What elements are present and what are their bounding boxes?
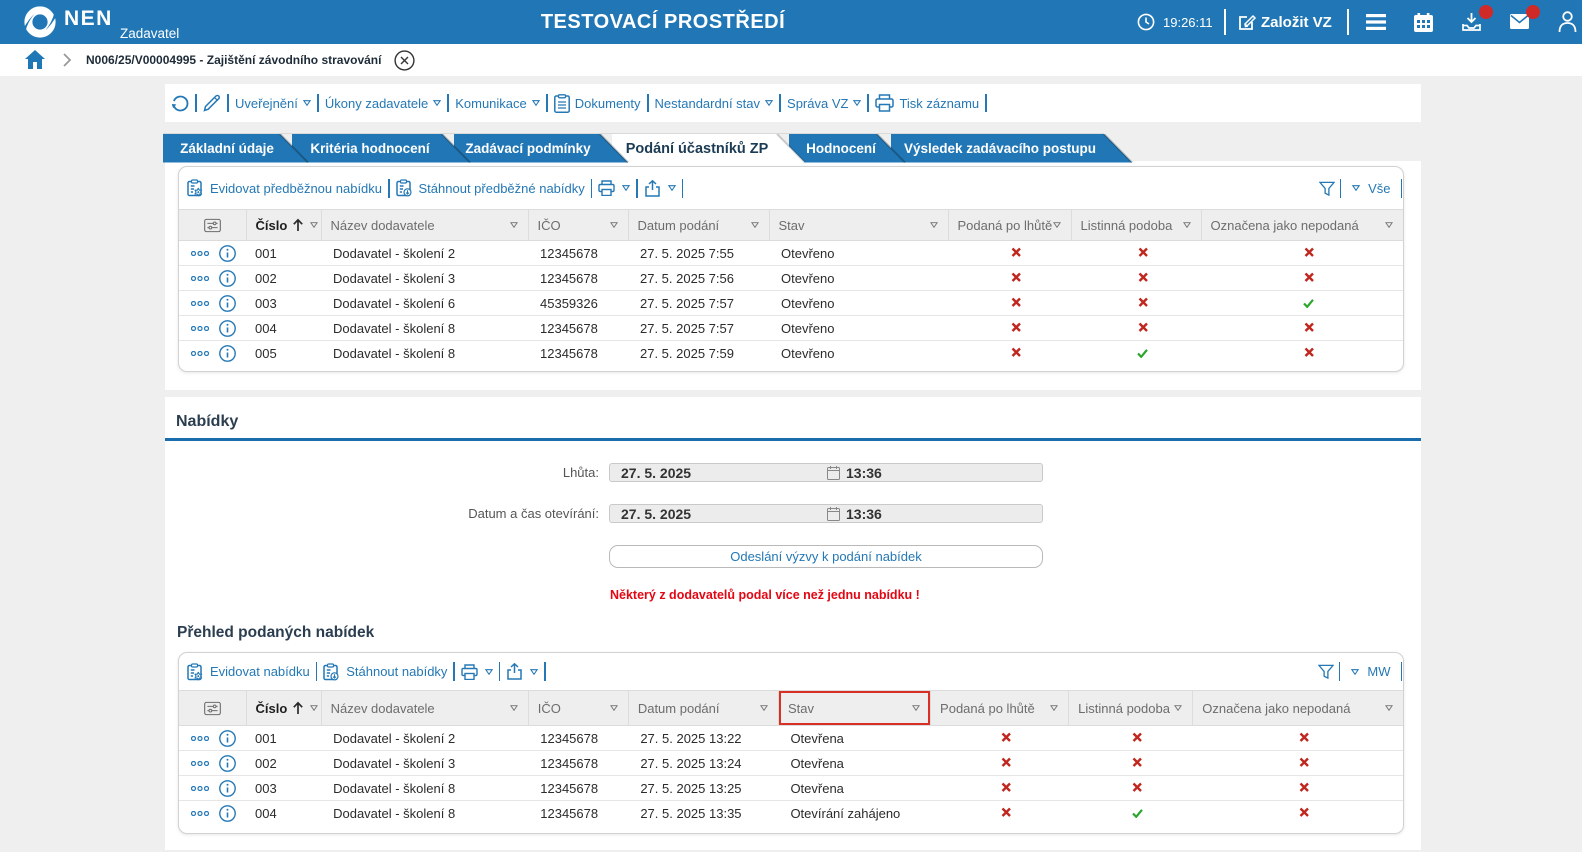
svg-text:Podání účastníků ZP: Podání účastníků ZP — [626, 141, 769, 157]
svg-text:Základní údaje: Základní údaje — [180, 141, 274, 156]
svg-text:Kritéria hodnocení: Kritéria hodnocení — [310, 141, 431, 156]
svg-text:Hodnocení: Hodnocení — [806, 141, 877, 156]
svg-text:Výsledek zadávacího postupu: Výsledek zadávacího postupu — [904, 141, 1096, 156]
svg-text:Zadávací podmínky: Zadávací podmínky — [465, 141, 591, 156]
